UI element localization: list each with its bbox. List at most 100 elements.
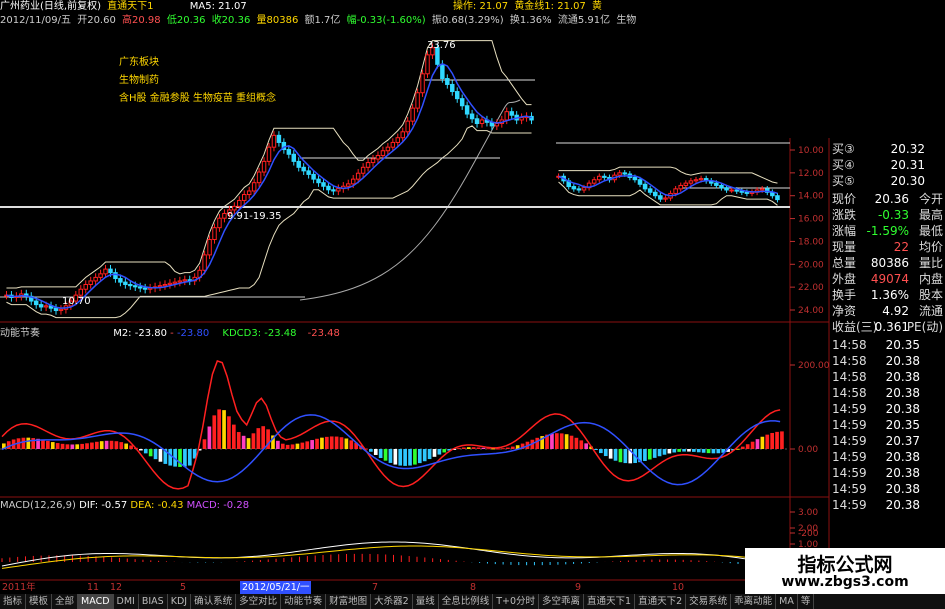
- momentum-bar: [496, 448, 500, 450]
- tab-17[interactable]: 直通天下2: [635, 594, 687, 609]
- momentum-bar: [760, 436, 765, 449]
- tab-5[interactable]: BIAS: [139, 594, 168, 609]
- tab-0[interactable]: 指标: [0, 594, 27, 609]
- candle-body: [504, 111, 509, 121]
- tab-15[interactable]: 多空乖离: [539, 594, 585, 609]
- tab-11[interactable]: 大杀器2: [371, 594, 413, 609]
- stat-row: 总量 80386 量比: [829, 256, 945, 272]
- stat-label: 总量: [832, 256, 857, 270]
- tab-9[interactable]: 动能节奏: [281, 594, 327, 609]
- momentum-bar: [310, 440, 314, 449]
- time-tick: 7: [372, 582, 379, 593]
- time-cursor[interactable]: 2012/05/21/一: [240, 581, 312, 594]
- tab-20[interactable]: MA: [776, 594, 798, 609]
- macd-tick-label: 2.00: [798, 524, 818, 534]
- tick-price: 20.38: [885, 354, 920, 368]
- concept-3: 含H股 金融参股 生物疫苗 重组概念: [119, 93, 277, 104]
- momentum-bar: [124, 443, 129, 449]
- candle-body: [207, 239, 212, 256]
- candle-body: [395, 137, 401, 143]
- tab-19[interactable]: 乖离动能: [731, 594, 777, 609]
- tick-time: 14:58: [832, 354, 867, 368]
- candle-body: [202, 254, 207, 271]
- momentum-bar: [276, 440, 280, 449]
- tick-row: 14:59 20.38: [829, 466, 945, 482]
- price-tick-label: 12.00: [798, 169, 824, 179]
- momentum-bar: [261, 426, 266, 449]
- momentum-bar: [432, 449, 437, 457]
- price-tick-label: 20.00: [798, 260, 824, 270]
- momentum-bar: [594, 449, 598, 450]
- price-tick-label: 18.00: [798, 237, 824, 247]
- momentum-bar: [324, 436, 329, 449]
- trend-curve: [299, 99, 521, 301]
- stat-label: 涨跌: [832, 208, 857, 222]
- momentum-bar: [550, 433, 554, 449]
- momentum-bar: [755, 439, 760, 449]
- tab-7[interactable]: 确认系统: [191, 594, 237, 609]
- concept-1: 广东板块: [119, 57, 159, 68]
- momentum-bar: [202, 439, 207, 449]
- momentum-bar: [65, 444, 70, 449]
- watermark-url: www.zbgs3.com: [781, 574, 909, 590]
- ma5-line-2: [558, 175, 778, 197]
- momentum-bar: [183, 449, 187, 467]
- candle-body: [261, 160, 267, 173]
- momentum-bar: [41, 439, 45, 449]
- momentum-bar: [143, 449, 148, 454]
- candle-body-2: [724, 187, 729, 191]
- order-label: 买④: [832, 158, 855, 172]
- candle-body-2: [698, 178, 704, 181]
- order-row: 买⑤ 20.30: [829, 174, 945, 190]
- tab-8[interactable]: 多空对比: [236, 594, 282, 609]
- tab-12[interactable]: 量线: [413, 594, 439, 609]
- candle-body: [222, 212, 227, 219]
- tab-4[interactable]: DMI: [114, 594, 139, 609]
- tick-price: 20.38: [885, 498, 920, 512]
- momentum-bar: [657, 449, 662, 457]
- momentum-bar: [398, 449, 403, 466]
- tab-18[interactable]: 交易系统: [686, 594, 732, 609]
- momentum-bar: [383, 449, 388, 461]
- candle-body: [425, 54, 430, 75]
- lower-band-line-2: [558, 181, 778, 206]
- stat-label-right: 量比: [918, 256, 943, 270]
- candle-body: [479, 119, 485, 125]
- momentum-bar: [90, 442, 94, 449]
- tab-10[interactable]: 财富地图: [326, 594, 372, 609]
- tab-21[interactable]: 等: [798, 594, 815, 609]
- tick-row: 14:58 20.38: [829, 354, 945, 370]
- momentum-bar: [227, 416, 231, 449]
- tick-price: 20.38: [885, 386, 920, 400]
- kdcd-value-b: -23.48: [307, 328, 340, 339]
- candle-body: [103, 268, 108, 275]
- tab-13[interactable]: 全息比例线: [439, 594, 494, 609]
- candle-body: [93, 276, 98, 282]
- tab-2[interactable]: 全部: [52, 594, 79, 609]
- candle-body: [440, 63, 445, 80]
- tab-3[interactable]: MACD: [78, 594, 114, 609]
- stat-label-right: 股本: [918, 288, 943, 302]
- momentum-bar: [388, 449, 393, 463]
- tick-price: 20.38: [885, 450, 920, 464]
- tab-6[interactable]: KDJ: [168, 594, 192, 609]
- stat-value: 20.36: [874, 192, 909, 206]
- tab-1[interactable]: 模板: [26, 594, 53, 609]
- momentum-bar: [574, 437, 579, 449]
- momentum-bar: [222, 410, 226, 449]
- momentum-bar: [486, 448, 491, 450]
- tab-16[interactable]: 直通天下1: [584, 594, 636, 609]
- momentum-bar: [315, 438, 319, 449]
- candle-body-2: [652, 191, 658, 197]
- stat-row: 现价 20.36 今开: [829, 192, 945, 208]
- momentum-bar: [413, 449, 417, 465]
- tab-14[interactable]: T+0分时: [493, 594, 540, 609]
- momentum-bar: [139, 449, 143, 451]
- candle-body: [256, 171, 262, 184]
- stat-value: 80386: [870, 256, 909, 270]
- momentum-bar: [212, 415, 217, 449]
- momentum-bar: [369, 449, 373, 452]
- stat-label-right: 最低: [918, 224, 943, 238]
- candle-body: [271, 134, 277, 148]
- candle-body: [385, 146, 391, 152]
